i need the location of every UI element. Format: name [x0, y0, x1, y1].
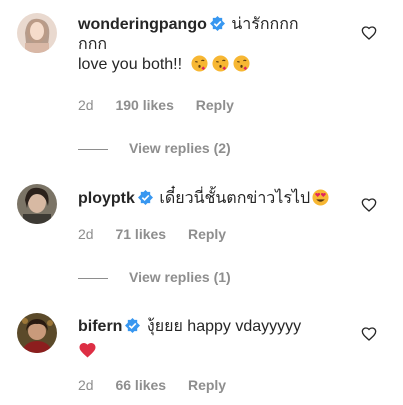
like-heart-icon[interactable] — [361, 25, 377, 41]
view-replies-button[interactable]: View replies (1) — [78, 269, 231, 285]
comment-body-line3: love you both!! — [78, 56, 183, 73]
comment-username[interactable]: ployptk — [78, 190, 135, 207]
face-blowing-kiss-emoji — [233, 55, 250, 72]
replies-divider-line — [78, 277, 108, 279]
reply-button[interactable]: Reply — [188, 226, 226, 242]
verified-badge-icon — [209, 16, 225, 31]
face-blowing-kiss-emoji — [212, 55, 229, 72]
like-heart-icon[interactable] — [361, 197, 377, 213]
comment-body-line2: กกก — [78, 36, 108, 53]
reply-button[interactable]: Reply — [188, 377, 226, 393]
view-replies-button[interactable]: View replies (2) — [78, 140, 231, 156]
avatar-wonderingpango[interactable] — [17, 13, 57, 53]
verified-badge-icon — [125, 318, 141, 333]
smiling-face-heart-eyes-emoji — [312, 189, 329, 206]
reply-button[interactable]: Reply — [196, 97, 234, 113]
avatar-photo — [17, 184, 57, 224]
comment-likes[interactable]: 66 likes — [115, 377, 166, 393]
comment-username[interactable]: bifern — [78, 318, 122, 335]
comment-username[interactable]: wonderingpango — [78, 16, 207, 33]
comment-text: bifern งุ้ยยย happy vdayyyyy — [78, 317, 353, 362]
view-replies-label: View replies (2) — [129, 140, 231, 156]
view-replies-label: View replies (1) — [129, 269, 231, 285]
comment-text: wonderingpango น่ารักกกก กกก love you bo… — [78, 15, 353, 75]
comment-age: 2d — [78, 97, 94, 113]
comment-text: ployptk เดี๋ยวนี่ชั้นตกข่าวไรไป — [78, 189, 353, 209]
comment-body-line1: เดี๋ยวนี่ชั้นตกข่าวไรไป — [159, 190, 311, 207]
comment-meta: 2d 190 likes Reply — [78, 97, 252, 113]
avatar-photo — [17, 313, 57, 353]
comment-meta: 2d 71 likes Reply — [78, 226, 244, 242]
replies-divider-line — [78, 148, 108, 150]
face-blowing-kiss-emoji — [191, 55, 208, 72]
comment-age: 2d — [78, 377, 94, 393]
red-heart-emoji — [79, 343, 96, 358]
comment-likes[interactable]: 190 likes — [115, 97, 173, 113]
comment-body-line1: น่ารักกกก — [231, 16, 299, 33]
avatar-photo — [17, 13, 57, 53]
comment-meta: 2d 66 likes Reply — [78, 377, 244, 393]
comment-age: 2d — [78, 226, 94, 242]
avatar-bifern[interactable] — [17, 313, 57, 353]
comment-likes[interactable]: 71 likes — [115, 226, 166, 242]
avatar-ployptk[interactable] — [17, 184, 57, 224]
like-heart-icon[interactable] — [361, 326, 377, 342]
verified-badge-icon — [137, 190, 153, 205]
comment-body-line1: งุ้ยยย happy vdayyyyy — [146, 318, 302, 335]
